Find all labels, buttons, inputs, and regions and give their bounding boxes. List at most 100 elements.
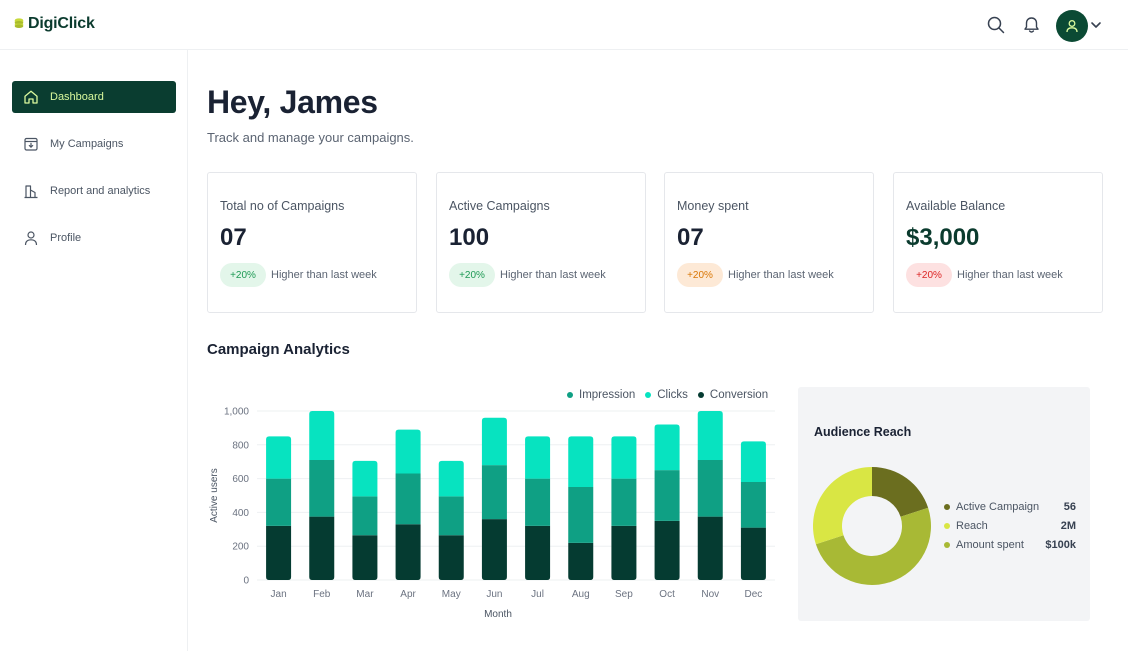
x-tick-label: Oct bbox=[659, 589, 675, 600]
legend-dot bbox=[944, 542, 950, 548]
bar-impression-sep bbox=[611, 478, 637, 526]
bar-clicks-jan bbox=[266, 436, 292, 479]
bar-impression-jun bbox=[481, 465, 507, 520]
legend-dot bbox=[944, 523, 950, 529]
bar-impression-jan bbox=[266, 478, 292, 526]
logo[interactable]: DigiClick bbox=[14, 15, 95, 33]
logo-icon bbox=[14, 18, 24, 28]
sidebar-item-profile[interactable]: Profile bbox=[12, 222, 176, 254]
x-axis-label: Month bbox=[484, 609, 512, 620]
bar-conversion-aug bbox=[568, 542, 594, 580]
bar-clicks-jul bbox=[525, 436, 551, 479]
bar-conversion-jan bbox=[266, 525, 292, 580]
bar-clicks-nov bbox=[697, 411, 723, 461]
avatar[interactable] bbox=[1056, 10, 1088, 42]
card-title: Available Balance bbox=[906, 199, 1006, 213]
app-name: DigiClick bbox=[28, 15, 95, 32]
bar-impression-feb bbox=[309, 460, 335, 517]
x-tick-label: Apr bbox=[400, 589, 416, 600]
donut-slice-active-campaign bbox=[872, 467, 929, 517]
card-title: Audience Reach bbox=[814, 425, 912, 439]
sidebar-item-dashboard[interactable]: Dashboard bbox=[12, 81, 176, 113]
legend-value: $100k bbox=[1045, 539, 1076, 551]
card-title: Active Campaigns bbox=[449, 199, 550, 213]
bar-impression-aug bbox=[568, 487, 594, 543]
bar-clicks-apr bbox=[395, 429, 421, 474]
change-badge: +20% bbox=[220, 263, 266, 287]
x-tick-label: Feb bbox=[313, 589, 331, 600]
sidebar: Dashboard My Campaigns Report and analyt… bbox=[0, 50, 188, 651]
bar-clicks-sep bbox=[611, 436, 637, 479]
inbox-icon bbox=[24, 137, 38, 151]
y-axis-label: Active users bbox=[209, 468, 220, 522]
bar-clicks-dec bbox=[740, 441, 766, 482]
legend-value: 2M bbox=[1060, 520, 1076, 532]
bar-conversion-apr bbox=[395, 524, 421, 580]
card-note: Higher than last week bbox=[728, 269, 834, 281]
campaign-analytics-chart: 0 200 400 600 800 1,000 Active users Jan Feb Mar A… bbox=[209, 407, 775, 620]
card-note: Higher than last week bbox=[271, 269, 377, 281]
legend-label: Reach bbox=[956, 520, 988, 532]
sidebar-item-label: Report and analytics bbox=[50, 185, 151, 197]
sidebar-item-label: Dashboard bbox=[50, 91, 104, 103]
search-icon[interactable] bbox=[985, 14, 1007, 36]
stat-card-active-campaigns: Active Campaigns 100 +20% Higher than la… bbox=[436, 172, 646, 313]
legend-dot bbox=[944, 504, 950, 510]
top-header: DigiClick bbox=[0, 0, 1128, 50]
x-tick-label: Mar bbox=[356, 589, 374, 600]
x-tick-label: Dec bbox=[745, 589, 763, 600]
card-value: 07 bbox=[220, 224, 247, 251]
chevron-down-icon[interactable] bbox=[1089, 18, 1103, 32]
user-icon bbox=[24, 231, 38, 246]
audience-reach-card: Audience Reach Active Campaign 56 Reach … bbox=[798, 387, 1090, 621]
y-tick-label: 400 bbox=[232, 508, 249, 519]
bar-conversion-nov bbox=[697, 516, 723, 580]
bar-clicks-may bbox=[438, 460, 464, 497]
change-badge: +20% bbox=[449, 263, 495, 287]
change-badge: +20% bbox=[677, 263, 723, 287]
bell-icon[interactable] bbox=[1020, 14, 1042, 36]
legend-row-amount-spent: Amount spent $100k bbox=[944, 538, 1076, 552]
bar-conversion-sep bbox=[611, 525, 637, 580]
x-tick-label: Jul bbox=[531, 589, 544, 600]
bar-impression-oct bbox=[654, 470, 680, 521]
card-note: Higher than last week bbox=[957, 269, 1063, 281]
bar-clicks-oct bbox=[654, 424, 680, 471]
sidebar-item-report-analytics[interactable]: Report and analytics bbox=[12, 175, 176, 207]
stat-card-total-campaigns: Total no of Campaigns 07 +20% Higher tha… bbox=[207, 172, 417, 313]
bar-impression-may bbox=[438, 496, 464, 536]
sidebar-item-my-campaigns[interactable]: My Campaigns bbox=[12, 128, 176, 160]
user-icon bbox=[1066, 20, 1078, 33]
x-tick-label: Aug bbox=[572, 589, 590, 600]
change-badge: +20% bbox=[906, 263, 952, 287]
bar-conversion-dec bbox=[740, 527, 766, 580]
bar-clicks-feb bbox=[309, 411, 335, 461]
card-value: 07 bbox=[677, 224, 704, 251]
stat-card-money-spent: Money spent 07 +20% Higher than last wee… bbox=[664, 172, 874, 313]
chart-icon bbox=[24, 185, 38, 199]
x-tick-label: Jun bbox=[486, 589, 502, 600]
bar-clicks-mar bbox=[352, 460, 378, 497]
bar-conversion-mar bbox=[352, 535, 378, 580]
sidebar-item-label: My Campaigns bbox=[50, 138, 124, 150]
donut-slice-reach bbox=[813, 467, 872, 545]
sidebar-item-label: Profile bbox=[50, 232, 82, 244]
y-tick-label: 600 bbox=[232, 474, 249, 485]
bar-impression-dec bbox=[740, 481, 766, 528]
card-value: 100 bbox=[449, 224, 490, 251]
legend-value: 56 bbox=[1063, 501, 1076, 513]
y-tick-label: 1,000 bbox=[224, 407, 249, 418]
legend-label: Amount spent bbox=[956, 539, 1024, 551]
page-title: Hey, James bbox=[207, 84, 378, 120]
bar-impression-apr bbox=[395, 473, 421, 525]
bar-conversion-may bbox=[438, 535, 464, 580]
y-tick-label: 0 bbox=[243, 576, 249, 587]
bar-conversion-jun bbox=[481, 519, 507, 580]
bar-conversion-jul bbox=[525, 525, 551, 580]
audience-reach-donut bbox=[813, 467, 931, 585]
card-title: Total no of Campaigns bbox=[220, 199, 345, 213]
legend-row-reach: Reach 2M bbox=[944, 519, 1076, 533]
card-note: Higher than last week bbox=[500, 269, 606, 281]
bar-conversion-feb bbox=[309, 516, 335, 580]
stat-card-available-balance: Available Balance $3,000 +20% Higher tha… bbox=[893, 172, 1103, 313]
